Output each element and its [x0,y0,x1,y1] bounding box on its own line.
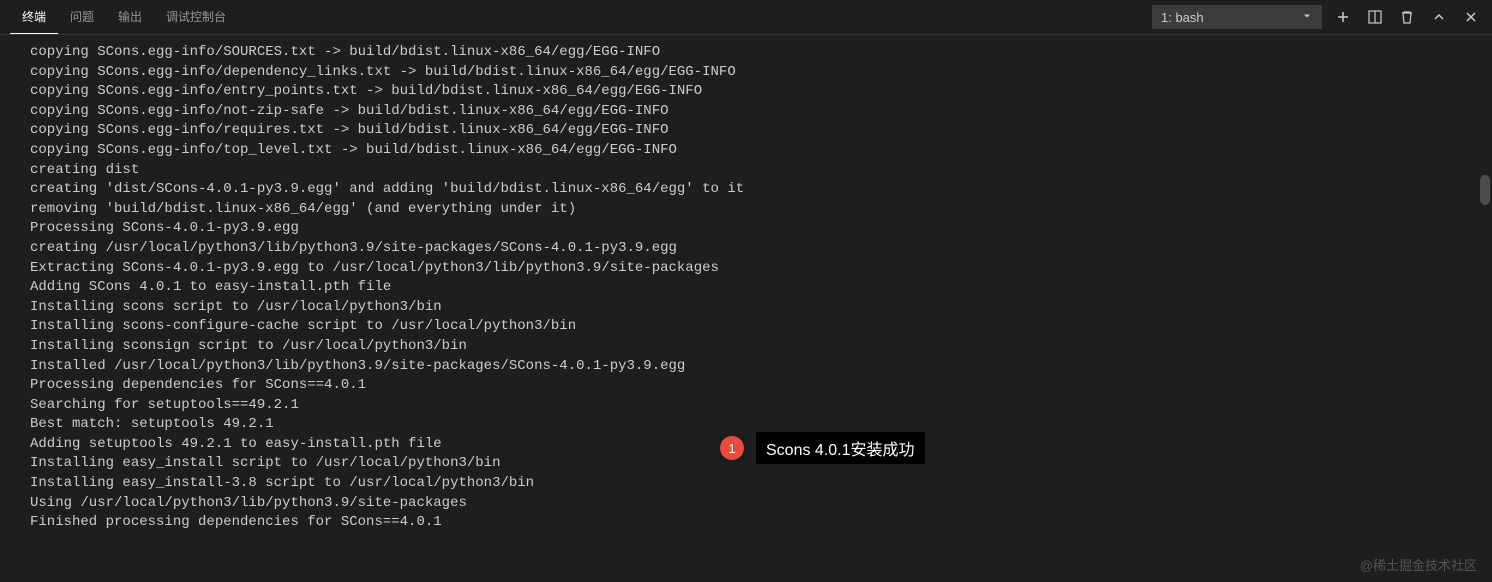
kill-terminal-button[interactable] [1396,6,1418,28]
panel-tabs: 终端 问题 输出 调试控制台 [10,0,1152,34]
tab-terminal[interactable]: 终端 [10,0,58,34]
terminal-line: Installed /usr/local/python3/lib/python3… [30,357,1462,377]
terminal-line: copying SCons.egg-info/SOURCES.txt -> bu… [30,43,1462,63]
terminal-line: Extracting SCons-4.0.1-py3.9.egg to /usr… [30,259,1462,279]
tab-output[interactable]: 输出 [106,0,154,34]
terminal-line: Adding SCons 4.0.1 to easy-install.pth f… [30,278,1462,298]
terminal-line: copying SCons.egg-info/top_level.txt -> … [30,141,1462,161]
terminal-line: Finished processing dependencies for SCo… [30,513,1462,533]
annotation-badge: 1 [720,436,744,460]
terminal-line: creating dist [30,161,1462,181]
terminal-line: creating 'dist/SCons-4.0.1-py3.9.egg' an… [30,180,1462,200]
tab-debug-console[interactable]: 调试控制台 [154,0,238,34]
scrollbar-thumb[interactable] [1480,175,1490,205]
terminal-line: Installing scons-configure-cache script … [30,317,1462,337]
terminal-line: creating /usr/local/python3/lib/python3.… [30,239,1462,259]
chevron-down-icon [1301,10,1313,25]
terminal-line: Using /usr/local/python3/lib/python3.9/s… [30,494,1462,514]
terminal-line: copying SCons.egg-info/entry_points.txt … [30,82,1462,102]
terminal-select-dropdown[interactable]: 1: bash [1152,5,1322,29]
new-terminal-button[interactable] [1332,6,1354,28]
terminal-line: Installing easy_install-3.8 script to /u… [30,474,1462,494]
terminal-line: Processing SCons-4.0.1-py3.9.egg [30,219,1462,239]
terminal-select-label: 1: bash [1161,10,1204,25]
annotation-overlay: 1 Scons 4.0.1安装成功 [720,432,925,464]
close-panel-button[interactable] [1460,6,1482,28]
terminal-line: Installing sconsign script to /usr/local… [30,337,1462,357]
panel-actions: 1: bash [1152,5,1482,29]
panel-header: 终端 问题 输出 调试控制台 1: bash [0,0,1492,35]
terminal-line: copying SCons.egg-info/not-zip-safe -> b… [30,102,1462,122]
terminal-line: Installing scons script to /usr/local/py… [30,298,1462,318]
terminal-output[interactable]: copying SCons.egg-info/SOURCES.txt -> bu… [0,35,1492,582]
terminal-line: removing 'build/bdist.linux-x86_64/egg' … [30,200,1462,220]
maximize-panel-button[interactable] [1428,6,1450,28]
watermark: @稀土掘金技术社区 [1360,555,1477,574]
terminal-line: Processing dependencies for SCons==4.0.1 [30,376,1462,396]
split-terminal-button[interactable] [1364,6,1386,28]
annotation-label: Scons 4.0.1安装成功 [756,432,925,464]
terminal-line: Searching for setuptools==49.2.1 [30,396,1462,416]
terminal-line: copying SCons.egg-info/dependency_links.… [30,63,1462,83]
tab-problems[interactable]: 问题 [58,0,106,34]
terminal-line: copying SCons.egg-info/requires.txt -> b… [30,121,1462,141]
